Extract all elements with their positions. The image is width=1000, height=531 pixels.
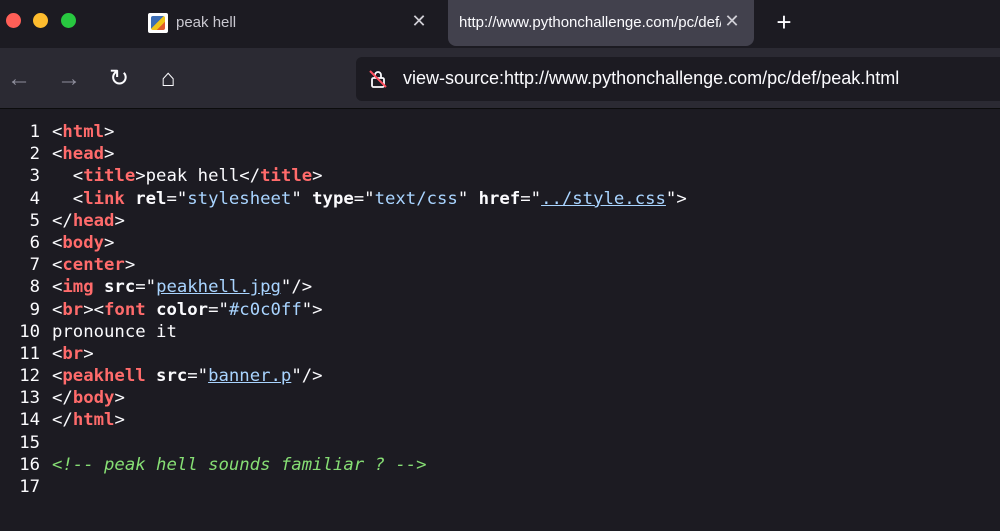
line-number: 3 xyxy=(29,166,40,187)
line-number: 6 xyxy=(29,232,40,253)
line-number: 10 xyxy=(19,321,40,342)
source-line: 4 <link rel="stylesheet" type="text/css"… xyxy=(0,188,1000,210)
tab-title: peak hell xyxy=(176,14,237,31)
line-number: 13 xyxy=(19,388,40,409)
line-number: 4 xyxy=(29,188,40,209)
close-tab-icon[interactable]: ✕ xyxy=(408,10,430,32)
source-line: 7 <center> xyxy=(0,254,1000,276)
line-number: 9 xyxy=(29,299,40,320)
source-line: 3 <title>peak hell</title> xyxy=(0,165,1000,187)
line-number: 1 xyxy=(29,122,40,142)
line-number: 16 xyxy=(19,454,40,475)
source-code: <center> xyxy=(52,255,136,276)
source-line: 1 <html> xyxy=(0,121,1000,143)
insecure-lock-icon[interactable] xyxy=(368,69,388,89)
source-code: <!-- peak hell sounds familiar ? --> xyxy=(52,454,427,475)
source-link[interactable]: peakhell.jpg xyxy=(156,277,281,297)
toolbar-divider xyxy=(0,108,1000,109)
source-line: 9 <br><font color="#c0c0ff"> xyxy=(0,299,1000,321)
source-code: <html> xyxy=(52,122,115,142)
source-line: 16 <!-- peak hell sounds familiar ? --> xyxy=(0,454,1000,476)
line-number: 2 xyxy=(29,144,40,165)
tab-view-source[interactable]: http://www.pythonchallenge.com/pc/def/pe… xyxy=(448,0,754,46)
line-number: 7 xyxy=(29,255,40,276)
source-line: 13 </body> xyxy=(0,387,1000,409)
maximize-window-button[interactable] xyxy=(61,13,76,28)
source-link[interactable]: ../style.css xyxy=(541,189,666,209)
source-code: <head> xyxy=(52,144,115,165)
navigation-toolbar: ← → ↻ ⌂ view-source:http://www.pythoncha… xyxy=(0,48,1000,108)
source-code: <title>peak hell</title> xyxy=(52,166,323,187)
source-code: <body> xyxy=(52,232,115,253)
line-number: 12 xyxy=(19,366,40,387)
source-code: <br> xyxy=(52,343,94,364)
back-arrow-icon[interactable]: ← xyxy=(6,66,32,92)
close-tab-icon[interactable]: ✕ xyxy=(721,10,743,32)
close-window-button[interactable] xyxy=(6,13,21,28)
source-code: pronounce it xyxy=(52,321,177,342)
minimize-window-button[interactable] xyxy=(33,13,48,28)
reload-icon[interactable]: ↻ xyxy=(106,66,132,92)
line-number: 14 xyxy=(19,410,40,431)
source-line: 11 <br> xyxy=(0,343,1000,365)
source-code: </html> xyxy=(52,410,125,431)
source-link[interactable]: banner.p xyxy=(208,366,291,386)
tab-peak-hell[interactable]: peak hell ✕ xyxy=(136,0,440,47)
line-number: 8 xyxy=(29,277,40,298)
line-number: 11 xyxy=(19,343,40,364)
url-text[interactable]: view-source:http://www.pythonchallenge.c… xyxy=(403,68,899,89)
forward-arrow-icon[interactable]: → xyxy=(56,66,82,92)
source-line: 14 </html> xyxy=(0,409,1000,431)
line-number: 15 xyxy=(19,432,40,453)
source-code: <link rel="stylesheet" type="text/css" h… xyxy=(52,188,687,209)
source-line: 5 </head> xyxy=(0,210,1000,232)
source-line: 6 <body> xyxy=(0,232,1000,254)
pythonchallenge-favicon-icon xyxy=(148,13,168,33)
source-line: 8 <img src="peakhell.jpg"/> xyxy=(0,276,1000,298)
source-code: <br><font color="#c0c0ff"> xyxy=(52,299,323,320)
source-view: 1 <html> 2 <head> 3 <title>peak hell</title>… xyxy=(0,121,1000,498)
source-code: </head> xyxy=(52,210,125,231)
url-bar[interactable]: view-source:http://www.pythonchallenge.c… xyxy=(356,57,1000,101)
line-number: 17 xyxy=(19,477,40,497)
source-line: 17 xyxy=(0,476,1000,498)
source-line: 15 xyxy=(0,432,1000,454)
source-line: 2 <head> xyxy=(0,143,1000,165)
home-icon[interactable]: ⌂ xyxy=(155,66,181,92)
line-number: 5 xyxy=(29,210,40,231)
source-code: </body> xyxy=(52,388,125,409)
source-code: <peakhell src="banner.p"/> xyxy=(52,366,323,387)
new-tab-button[interactable]: + xyxy=(771,8,797,36)
source-line: 10 pronounce it xyxy=(0,321,1000,343)
tab-strip: peak hell ✕ http://www.pythonchallenge.c… xyxy=(0,0,1000,48)
tab-title: http://www.pythonchallenge.com/pc/def/pe… xyxy=(459,14,721,31)
source-code: <img src="peakhell.jpg"/> xyxy=(52,277,313,298)
source-line: 12 <peakhell src="banner.p"/> xyxy=(0,365,1000,387)
